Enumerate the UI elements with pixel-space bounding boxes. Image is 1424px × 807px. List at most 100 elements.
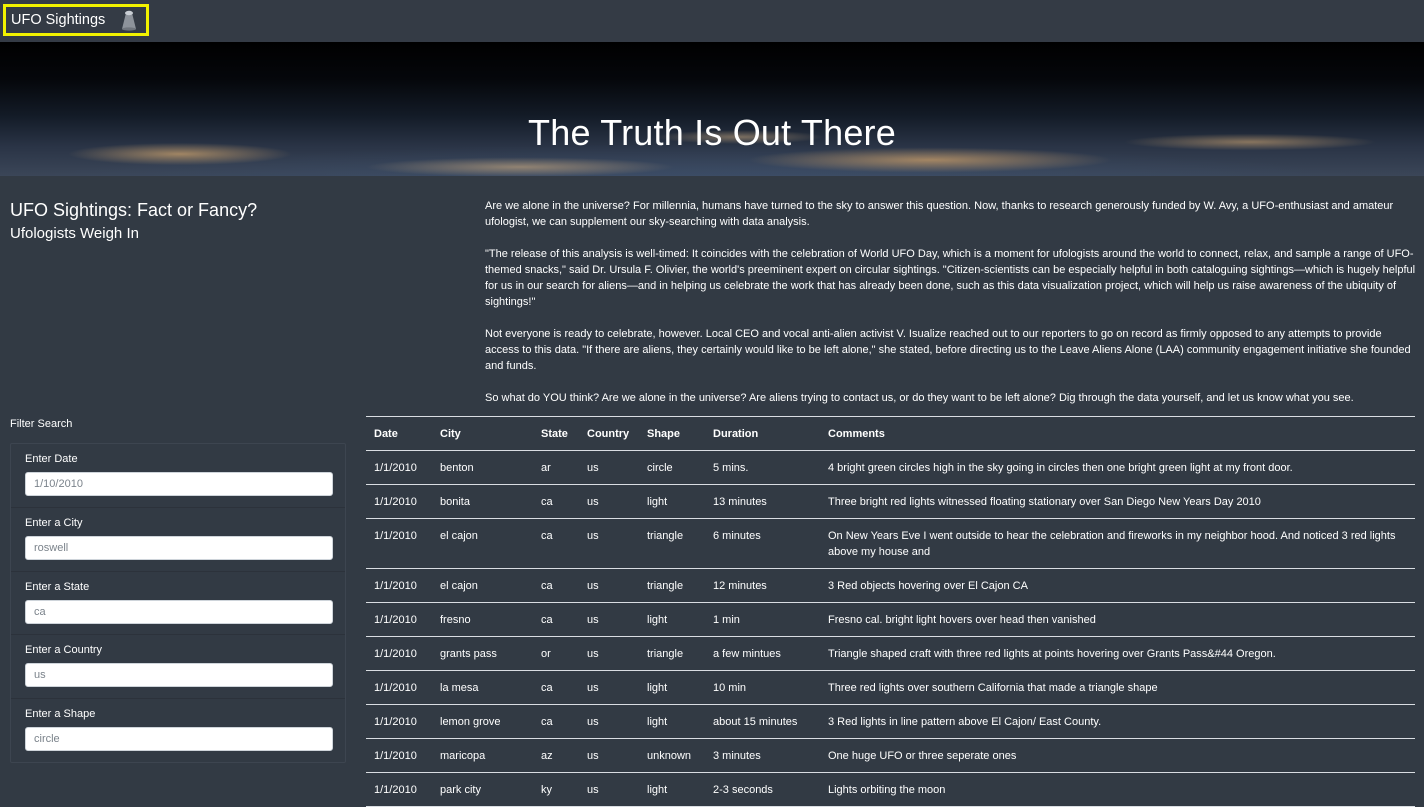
cell-comments: 3 Red objects hovering over El Cajon CA — [828, 580, 1028, 592]
cell-city: fresno — [440, 614, 471, 626]
table-row: 1/1/2010 el cajon ca us triangle 12 minutes 3 … — [366, 569, 1415, 603]
cell-shape: light — [647, 682, 668, 694]
cell-comments: Triangle shaped craft with three red lig… — [828, 648, 1276, 660]
cell-duration: 6 minutes — [713, 530, 761, 542]
cell-shape: light — [647, 496, 668, 508]
cell-state: ca — [541, 530, 553, 542]
table-row: 1/1/2010 la mesa ca us light 10 min Three red … — [366, 671, 1415, 705]
cell-state: ca — [541, 716, 553, 728]
cell-comments: 3 Red lights in line pattern above El Ca… — [828, 716, 1102, 728]
state-filter-input[interactable] — [25, 599, 333, 624]
cell-date: 1/1/2010 — [374, 462, 417, 474]
shape-filter-input[interactable] — [25, 727, 333, 752]
cell-duration: 3 minutes — [713, 750, 761, 762]
cell-comments: One huge UFO or three seperate ones — [828, 750, 1017, 762]
intro-paragraph: So what do YOU think? Are we alone in th… — [485, 392, 1354, 404]
filter-search-title: Filter Search — [10, 418, 73, 430]
city-filter-input[interactable] — [25, 535, 333, 560]
cell-duration: 10 min — [713, 682, 747, 694]
column-header-country: Country — [587, 427, 630, 440]
cell-shape: triangle — [647, 530, 684, 542]
filter-list: Enter Date Enter a City Enter a State En… — [10, 443, 346, 763]
cell-state: ca — [541, 682, 553, 694]
country-filter-input[interactable] — [25, 663, 333, 688]
hero-banner: The Truth Is Out There — [0, 42, 1424, 176]
cell-state: ca — [541, 580, 553, 592]
cell-country: us — [587, 750, 599, 762]
brand-text: UFO Sightings — [11, 12, 106, 28]
cell-city: grants pass — [440, 648, 497, 660]
filter-item-shape: Enter a Shape — [11, 699, 345, 763]
table-row: 1/1/2010 maricopa az us unknown 3 minutes One … — [366, 739, 1415, 773]
cell-date: 1/1/2010 — [374, 648, 417, 660]
cell-country: us — [587, 648, 599, 660]
column-header-city: City — [440, 427, 461, 440]
filter-item-city: Enter a City — [11, 508, 345, 572]
cell-shape: triangle — [647, 648, 684, 660]
column-header-state: State — [541, 427, 568, 440]
cell-country: us — [587, 462, 599, 474]
cell-duration: 12 minutes — [713, 580, 767, 592]
cell-date: 1/1/2010 — [374, 716, 417, 728]
cell-shape: unknown — [647, 750, 692, 762]
brand-link[interactable]: UFO Sightings — [3, 4, 149, 36]
table-row: 1/1/2010 el cajon ca us triangle 6 minutes On … — [366, 519, 1415, 569]
cell-country: us — [587, 682, 599, 694]
cell-shape: triangle — [647, 580, 684, 592]
country-filter-label: Enter a Country — [25, 644, 103, 657]
cell-duration: 13 minutes — [713, 496, 767, 508]
intro-article: Are we alone in the universe? For millen… — [485, 198, 1417, 422]
cell-city: el cajon — [440, 530, 478, 542]
cell-city: maricopa — [440, 750, 486, 762]
page-heading: UFO Sightings: Fact or Fancy? — [10, 200, 258, 220]
cell-state: ca — [541, 496, 553, 508]
ufo-icon — [119, 9, 139, 31]
intro-paragraph: Are we alone in the universe? For millen… — [485, 200, 1394, 228]
column-header-shape: Shape — [647, 427, 681, 440]
cell-comments: Three red lights over southern Californi… — [828, 682, 1158, 694]
cell-duration: 1 min — [713, 614, 740, 626]
intro-heading-block: UFO Sightings: Fact or Fancy? Ufologists… — [10, 200, 450, 242]
cell-date: 1/1/2010 — [374, 682, 417, 694]
shape-filter-label: Enter a Shape — [25, 708, 96, 721]
cell-state: az — [541, 750, 553, 762]
table-body: 1/1/2010 benton ar us circle 5 mins. 4 bright … — [366, 451, 1415, 807]
page-subheading: Ufologists Weigh In — [10, 225, 139, 242]
cell-country: us — [587, 580, 599, 592]
cell-country: us — [587, 716, 599, 728]
table-row: 1/1/2010 benton ar us circle 5 mins. 4 bright … — [366, 451, 1415, 485]
cell-city: lemon grove — [440, 716, 501, 728]
filter-item-country: Enter a Country — [11, 635, 345, 700]
cell-comments: Three bright red lights witnessed floati… — [828, 496, 1261, 508]
cell-shape: circle — [647, 462, 673, 474]
cell-duration: a few mintues — [713, 648, 781, 660]
state-filter-label: Enter a State — [25, 580, 90, 593]
cell-date: 1/1/2010 — [374, 496, 417, 508]
date-filter-input[interactable] — [25, 472, 333, 496]
cell-date: 1/1/2010 — [374, 580, 417, 592]
column-header-comments: Comments — [828, 427, 885, 440]
cell-state: ca — [541, 614, 553, 626]
cell-country: us — [587, 496, 599, 508]
cell-duration: 5 mins. — [713, 462, 749, 474]
cell-city: la mesa — [440, 682, 479, 694]
cell-city: benton — [440, 462, 474, 474]
table-row: 1/1/2010 grants pass or us triangle a few min… — [366, 637, 1415, 671]
filter-item-state: Enter a State — [11, 572, 345, 636]
cell-comments: Fresno cal. bright light hovers over hea… — [828, 614, 1096, 626]
filter-item-date: Enter Date — [11, 444, 345, 508]
cell-country: us — [587, 530, 599, 542]
navbar: UFO Sightings — [0, 0, 1424, 43]
cell-duration: about 15 minutes — [713, 716, 798, 728]
cell-shape: light — [647, 614, 668, 626]
cell-state: ar — [541, 462, 551, 474]
column-header-date: Date — [374, 427, 398, 440]
cell-country: us — [587, 614, 599, 626]
cell-state: or — [541, 648, 551, 660]
date-filter-label: Enter Date — [25, 453, 78, 465]
table-row: 1/1/2010 lemon grove ca us light about 15 min… — [366, 705, 1415, 739]
intro-paragraph: "The release of this analysis is well-ti… — [485, 248, 1416, 308]
table-header-row: Date City State Country Shape Duration C… — [366, 417, 1415, 451]
cell-shape: light — [647, 716, 668, 728]
table-row: 1/1/2010 bonita ca us light 13 minutes Three b… — [366, 485, 1415, 519]
